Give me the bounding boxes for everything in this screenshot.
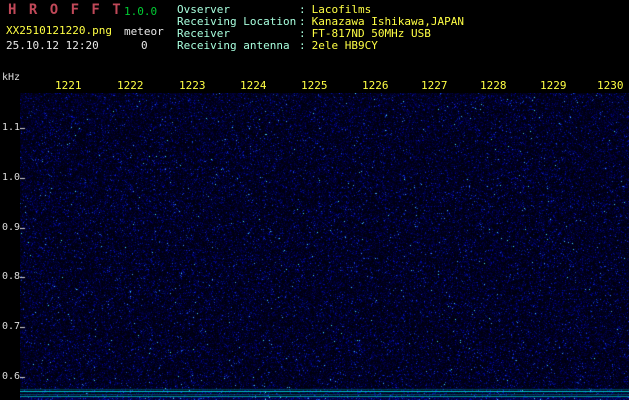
meteor-count: 0 (141, 39, 148, 52)
x-tick-label: 1223 (179, 79, 206, 92)
x-tick-label: 1222 (117, 79, 144, 92)
app-version: 1.0.0 (124, 5, 158, 18)
y-tick-label: 0.7 (2, 321, 21, 332)
hrofft-output: { "app": { "title_letters": "H R O F F T… (0, 0, 629, 400)
y-tick-label: 1.0 (2, 172, 21, 183)
timestamp: 25.10.12 12:20 (6, 39, 99, 52)
x-tick-label: 1225 (301, 79, 328, 92)
x-tick-label: 1228 (480, 79, 507, 92)
x-tick-label: 1221 (55, 79, 82, 92)
y-tick-label: 1.1 (2, 122, 21, 133)
x-tick-label: 1229 (540, 79, 567, 92)
info-label: Receiving antenna (177, 39, 290, 52)
x-tick-label: 1226 (362, 79, 389, 92)
x-tick-label: 1227 (421, 79, 448, 92)
y-tick-label: 0.9 (2, 222, 21, 233)
info-row-antenna: Receiving antenna:2ele HB9CY (177, 40, 464, 52)
y-axis-unit: kHz (2, 72, 21, 83)
info-separator: : (299, 39, 306, 52)
spectrogram-canvas (20, 93, 629, 400)
info-value: 2ele HB9CY (311, 39, 378, 52)
y-tick-label: 0.6 (2, 371, 21, 382)
station-info: Ovserver: Lacofilms Receiving Location: Ka… (177, 4, 464, 52)
x-tick-label: 1224 (240, 79, 267, 92)
y-tick-label: 0.8 (2, 271, 21, 282)
x-tick-label: 1230 (597, 79, 624, 92)
mode-label: meteor (124, 25, 164, 38)
output-filename: XX2510121220.png (6, 24, 112, 37)
app-title: H R O F F T (8, 2, 123, 18)
